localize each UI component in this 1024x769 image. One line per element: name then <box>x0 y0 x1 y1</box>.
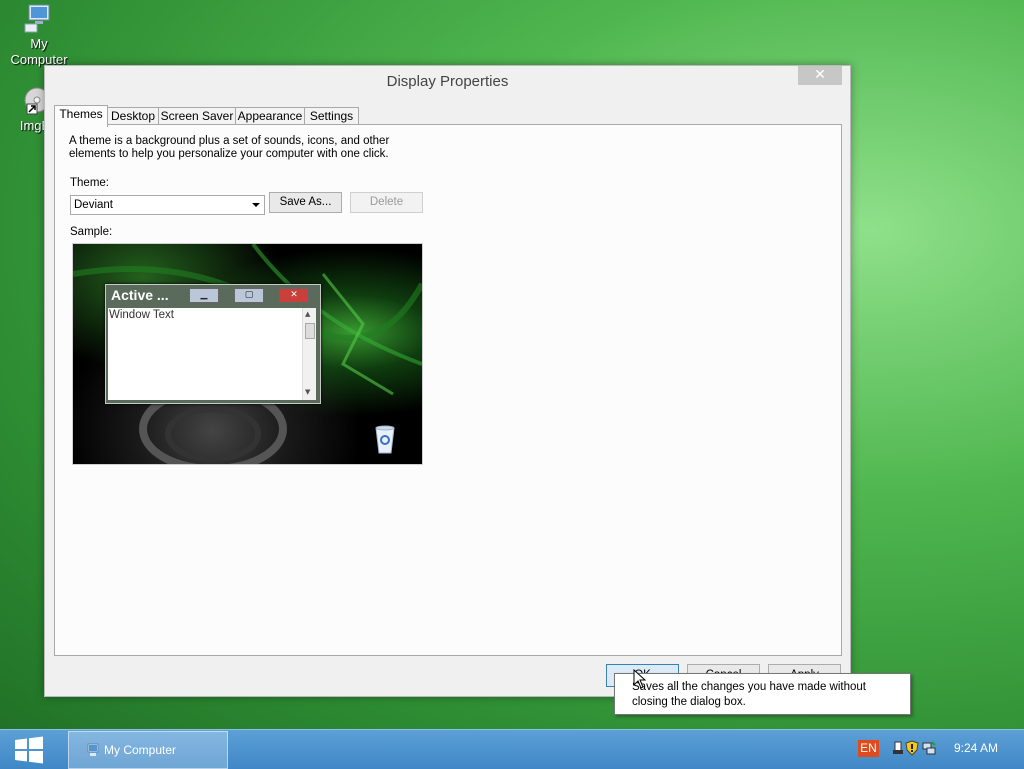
computer-icon <box>87 743 99 756</box>
language-indicator[interactable]: EN <box>858 740 879 757</box>
tab-appearance[interactable]: Appearance <box>235 107 305 125</box>
taskbar: My Computer EN 9:24 AM <box>0 729 1024 769</box>
ok-tooltip: Saves all the changes you have made with… <box>614 673 911 715</box>
delete-button[interactable]: Delete <box>350 192 423 213</box>
sample-window: Active ... ▁ ▢ ✕ Window Text ▲ ▼ <box>105 284 321 404</box>
start-button[interactable] <box>13 736 45 764</box>
taskbar-item-my-computer[interactable]: My Computer <box>68 731 228 769</box>
desktop-icon-label: My Computer <box>10 36 68 67</box>
desktop-icon-my-computer[interactable]: My Computer <box>4 2 74 68</box>
scroll-thumb <box>305 323 315 339</box>
title-bar[interactable]: Display Properties ✕ <box>45 66 850 96</box>
theme-dropdown-value: Deviant <box>74 199 113 211</box>
theme-dropdown[interactable]: Deviant <box>70 195 265 215</box>
theme-sample-preview: Active ... ▁ ▢ ✕ Window Text ▲ ▼ <box>72 243 423 465</box>
network-icon[interactable] <box>922 740 936 756</box>
usb-device-icon[interactable] <box>891 740 905 756</box>
close-icon: ✕ <box>279 288 309 303</box>
mouse-cursor-icon <box>633 669 647 689</box>
close-button[interactable]: ✕ <box>798 66 842 85</box>
tab-themes[interactable]: Themes <box>54 105 108 127</box>
sample-scrollbar: ▲ ▼ <box>302 308 316 400</box>
computer-icon <box>23 2 55 34</box>
tab-desktop[interactable]: Desktop <box>107 107 159 125</box>
clock[interactable]: 9:24 AM <box>954 741 998 755</box>
theme-description: A theme is a background plus a set of so… <box>69 135 390 160</box>
sample-label: Sample: <box>70 226 113 238</box>
sample-window-client: Window Text ▲ ▼ <box>108 308 316 400</box>
taskbar-item-label: My Computer <box>104 743 177 757</box>
themes-panel: A theme is a background plus a set of so… <box>54 124 842 656</box>
save-as-button[interactable]: Save As... <box>269 192 342 213</box>
theme-label: Theme: <box>70 177 109 189</box>
chevron-down-icon <box>252 203 260 207</box>
sample-window-title: Active ... <box>111 287 169 303</box>
tab-settings[interactable]: Settings <box>304 107 359 125</box>
dialog-title: Display Properties <box>386 73 509 90</box>
security-shield-icon[interactable] <box>905 740 919 756</box>
scroll-down-icon: ▼ <box>305 388 311 396</box>
recycle-bin-icon <box>375 425 395 454</box>
maximize-icon: ▢ <box>234 288 264 303</box>
display-properties-dialog: Display Properties ✕ Themes Desktop Scre… <box>44 65 851 697</box>
tab-screen-saver[interactable]: Screen Saver <box>158 107 236 125</box>
windows-logo-icon <box>15 736 43 764</box>
sample-window-text: Window Text <box>109 309 174 321</box>
minimize-icon: ▁ <box>189 288 219 303</box>
scroll-up-icon: ▲ <box>305 310 311 318</box>
